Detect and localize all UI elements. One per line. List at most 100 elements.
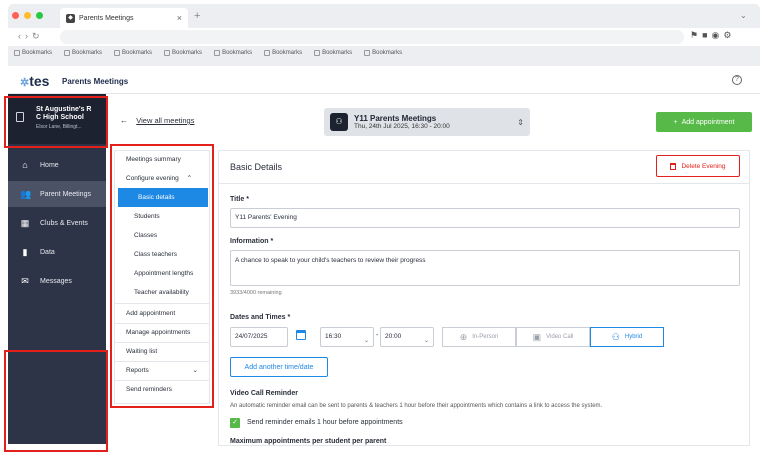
bookmark-item[interactable]: Bookmarks — [214, 50, 252, 56]
reminder-checkbox-label: Send reminder emails 1 hour before appoi… — [247, 419, 403, 426]
video-reminder-heading: Video Call Reminder — [230, 390, 298, 397]
tab-favicon-icon: ◆ — [66, 13, 75, 23]
back-arrow-icon[interactable]: ‹ — [18, 31, 25, 41]
information-textarea[interactable]: A chance to speak to your child's teache… — [230, 250, 740, 286]
bookmark-folder-icon — [214, 50, 221, 56]
subnav-teacher-availability[interactable]: Teacher availability — [114, 283, 210, 302]
plus-icon: + — [673, 118, 678, 126]
reload-icon[interactable]: ↻ — [32, 31, 44, 41]
arrow-left-icon: ← — [120, 116, 128, 125]
bookmark-item[interactable]: Bookmarks — [164, 50, 202, 56]
card-title: Basic Details — [230, 162, 283, 172]
sidebar-item-home[interactable]: ⌂ Home — [8, 152, 106, 178]
subnav-students[interactable]: Students — [114, 207, 210, 226]
highlight-sidebar-bottom — [4, 350, 108, 452]
tab-list-chevron-icon[interactable]: ⌄ — [740, 11, 747, 20]
browser-tab[interactable]: ◆ Parents Meetings × — [60, 8, 188, 28]
meeting-people-icon: ⚇ — [330, 113, 348, 131]
subnav-configure-evening[interactable]: Configure evening ⌃ — [114, 169, 210, 188]
title-input[interactable]: Y11 Parents' Evening — [230, 208, 740, 228]
people-icon: 👥 — [20, 188, 32, 199]
chevron-down-icon: ⌄ — [423, 338, 429, 344]
subnav-waiting-list[interactable]: Waiting list — [114, 342, 210, 361]
back-to-meetings[interactable]: ← View all meetings — [120, 116, 194, 125]
delete-evening-button[interactable]: Delete Evening — [656, 155, 740, 177]
add-another-time-button[interactable]: Add another time/date — [230, 357, 328, 377]
chevron-down-icon: ⌄ — [192, 367, 198, 374]
globe-icon: ⊕ — [459, 331, 468, 342]
maximize-window-button[interactable] — [36, 12, 43, 19]
help-icon[interactable]: ? — [732, 75, 742, 85]
sidebar-item-clubs-events[interactable]: ▦ Clubs & Events — [8, 210, 106, 236]
subnav-manage-appointments[interactable]: Manage appointments — [114, 323, 210, 342]
subnav-send-reminders[interactable]: Send reminders — [114, 380, 210, 399]
video-camera-icon: ▣ — [532, 331, 542, 342]
event-selector[interactable]: ⚇ Y11 Parents Meetings Thu, 24th Jul 202… — [324, 108, 530, 136]
hybrid-people-icon: ⚇ — [611, 331, 620, 342]
calendar-icon: ▦ — [20, 217, 30, 228]
event-date: Thu, 24th Jul 2025, 16:30 - 20:00 — [354, 123, 450, 130]
tab-close-icon[interactable]: × — [177, 13, 182, 23]
profile-icon[interactable]: ◉ — [712, 30, 724, 40]
subnav-reports[interactable]: Reports ⌄ — [114, 361, 210, 380]
bar-chart-icon: ▮ — [22, 246, 28, 257]
bookmark-folder-icon — [114, 50, 121, 56]
sidebar-item-data[interactable]: ▮ Data — [8, 239, 106, 265]
bookmark-item[interactable]: Bookmarks — [14, 50, 52, 56]
bookmark-item[interactable]: Bookmarks — [64, 50, 102, 56]
mode-video-call[interactable]: ▣ Video Call — [516, 327, 590, 347]
highlight-school-switcher — [4, 96, 108, 148]
window-controls — [12, 12, 43, 19]
information-label: Information * — [230, 238, 274, 245]
sidebar-item-parent-meetings[interactable]: 👥 Parent Meetings — [8, 181, 106, 207]
address-bar[interactable] — [60, 30, 684, 44]
trash-icon — [670, 162, 677, 170]
bookmark-folder-icon — [164, 50, 171, 56]
view-all-meetings-link[interactable]: View all meetings — [136, 116, 194, 125]
calendar-picker-icon[interactable] — [296, 330, 306, 340]
subnav-add-appointment[interactable]: Add appointment — [114, 304, 210, 323]
sidebar-item-messages[interactable]: ✉ Messages — [8, 268, 106, 294]
dates-times-label: Dates and Times * — [230, 314, 291, 321]
reminder-checkbox[interactable]: ✓ — [230, 418, 240, 428]
subnav-appointment-lengths[interactable]: Appointment lengths — [114, 264, 210, 283]
max-appointments-heading: Maximum appointments per student per par… — [230, 438, 387, 445]
bookmark-item[interactable]: Bookmarks — [264, 50, 302, 56]
tes-logo[interactable]: ✲tes — [20, 73, 49, 89]
settings-icon[interactable]: ⚙ — [723, 30, 735, 40]
bookmark-folder-icon — [14, 50, 20, 56]
add-appointment-button[interactable]: + Add appointment — [656, 112, 752, 132]
mode-in-person[interactable]: ⊕ In-Person — [442, 327, 516, 347]
chevron-down-icon: ⌄ — [363, 338, 369, 344]
start-time-select[interactable]: 16:30 ⌄ — [320, 327, 374, 347]
card-divider — [218, 183, 750, 184]
tab-title: Parents Meetings — [79, 14, 134, 22]
video-reminder-description: An automatic reminder email can be sent … — [230, 403, 603, 409]
forward-arrow-icon[interactable]: › — [25, 31, 32, 41]
subnav-basic-details[interactable]: Basic details — [118, 188, 208, 207]
new-tab-icon[interactable]: + — [194, 10, 200, 22]
date-input[interactable]: 24/07/2025 — [230, 327, 288, 347]
subnav-class-teachers[interactable]: Class teachers — [114, 245, 210, 264]
navigation-icons: ‹›↻ — [18, 31, 44, 42]
chevron-updown-icon: ⇕ — [517, 117, 524, 127]
home-icon: ⌂ — [22, 159, 28, 170]
subnav-meetings-summary[interactable]: Meetings summary — [114, 150, 210, 169]
chevron-up-icon: ⌃ — [186, 175, 193, 182]
browser-action-icons: ⚑■◉⚙ — [690, 30, 735, 41]
bookmark-item[interactable]: Bookmarks — [114, 50, 152, 56]
bookmark-icon[interactable]: ⚑ — [690, 30, 702, 40]
bookmark-item[interactable]: Bookmarks — [314, 50, 352, 56]
extensions-icon[interactable]: ■ — [702, 30, 711, 40]
app-title: Parents Meetings — [62, 77, 129, 86]
bookmark-folder-icon — [264, 50, 271, 56]
end-time-select[interactable]: 20:00 ⌄ — [380, 327, 434, 347]
bookmarks-bar: Bookmarks Bookmarks Bookmarks Bookmarks … — [14, 50, 402, 56]
basic-details-card — [218, 150, 750, 446]
event-name: Y11 Parents Meetings — [354, 114, 437, 123]
minimize-window-button[interactable] — [24, 12, 31, 19]
bookmark-item[interactable]: Bookmarks — [364, 50, 402, 56]
subnav-classes[interactable]: Classes — [114, 226, 210, 245]
mode-hybrid[interactable]: ⚇ Hybrid — [590, 327, 664, 347]
close-window-button[interactable] — [12, 12, 19, 19]
